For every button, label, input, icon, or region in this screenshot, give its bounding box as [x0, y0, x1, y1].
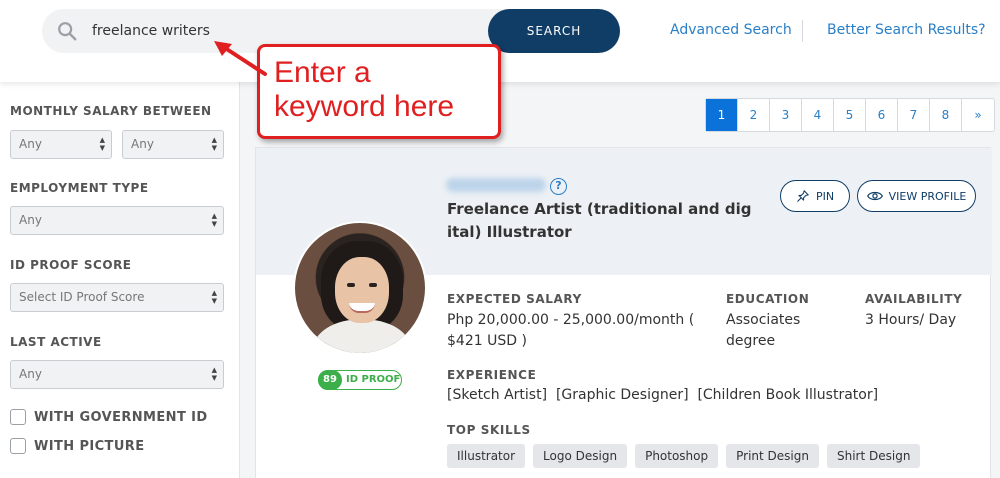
- picture-label: WITH PICTURE: [34, 438, 145, 454]
- page-1-button[interactable]: 1: [706, 99, 738, 131]
- idproof-filter-label: ID PROOF SCORE: [10, 258, 132, 272]
- salary-filter-label: MONTHLY SALARY BETWEEN: [10, 104, 212, 118]
- select-arrows-icon: ▲ ▼: [99, 136, 105, 152]
- gov-id-checkbox[interactable]: [10, 409, 26, 425]
- availability-label: AVAILABILITY: [865, 292, 963, 306]
- salary-max-select[interactable]: Any ▲ ▼: [122, 130, 224, 159]
- employment-type-select[interactable]: Any ▲ ▼: [10, 206, 224, 235]
- experience-value: [Sketch Artist] [Graphic Designer] [Chil…: [447, 387, 879, 403]
- annotation-arrow-icon: [214, 41, 267, 76]
- search-icon: [58, 22, 77, 41]
- picture-filter[interactable]: WITH PICTURE: [10, 438, 144, 454]
- page-3-button[interactable]: 3: [770, 99, 802, 131]
- skill-chip[interactable]: Illustrator: [447, 444, 526, 468]
- select-arrows-icon: ▲ ▼: [211, 136, 217, 152]
- experience-label: EXPERIENCE: [447, 368, 537, 382]
- select-arrows-icon: ▲ ▼: [211, 366, 217, 382]
- avatar-eye: [369, 283, 377, 287]
- skill-chip[interactable]: Shirt Design: [826, 444, 921, 468]
- employment-type-value: Any: [19, 213, 42, 227]
- annotation-text: Enter a keyword here: [274, 56, 455, 123]
- skill-chip[interactable]: Photoshop: [635, 444, 719, 468]
- idproof-score-select[interactable]: Select ID Proof Score ▲ ▼: [10, 283, 224, 312]
- better-search-results-link[interactable]: Better Search Results?: [827, 22, 986, 38]
- salary-min-value: Any: [19, 137, 42, 151]
- expected-salary-label: EXPECTED SALARY: [447, 292, 582, 306]
- pin-icon: [797, 190, 809, 202]
- last-active-select[interactable]: Any ▲ ▼: [10, 360, 224, 389]
- skills-list: Illustrator Logo Design Photoshop Print …: [447, 444, 928, 468]
- page-2-button[interactable]: 2: [738, 99, 770, 131]
- next-page-button[interactable]: »: [962, 99, 994, 131]
- eye-icon: [866, 191, 883, 201]
- idproof-badge: 89 ID PROOF: [318, 370, 402, 390]
- employment-filter-label: EMPLOYMENT TYPE: [10, 181, 149, 195]
- result-card: ? Freelance Artist (traditional and digi…: [255, 147, 992, 478]
- picture-checkbox[interactable]: [10, 438, 26, 454]
- education-value: Associates degree: [726, 312, 801, 349]
- pin-button[interactable]: PIN: [780, 180, 850, 212]
- pin-label: PIN: [815, 189, 835, 203]
- select-arrows-icon: ▲ ▼: [211, 289, 217, 305]
- availability-value: 3 Hours/ Day: [865, 312, 957, 328]
- avatar-shirt: [313, 319, 411, 353]
- avatar-face: [335, 257, 389, 323]
- view-profile-button[interactable]: VIEW PROFILE: [857, 180, 976, 212]
- idproof-score-value: Select ID Proof Score: [19, 290, 145, 304]
- last-active-filter-label: LAST ACTIVE: [10, 335, 102, 349]
- page-4-button[interactable]: 4: [802, 99, 834, 131]
- divider: [802, 20, 803, 42]
- salary-min-select[interactable]: Any ▲ ▼: [10, 130, 112, 159]
- view-profile-label: VIEW PROFILE: [888, 189, 967, 203]
- page-6-button[interactable]: 6: [866, 99, 898, 131]
- page-7-button[interactable]: 7: [898, 99, 930, 131]
- last-active-value: Any: [19, 367, 42, 381]
- pagination: 1 2 3 4 5 6 7 8 »: [705, 98, 995, 132]
- gov-id-label: WITH GOVERNMENT ID: [34, 409, 208, 425]
- idproof-label: ID PROOF: [346, 374, 401, 385]
- skill-chip[interactable]: Logo Design: [533, 444, 628, 468]
- filter-sidebar: MONTHLY SALARY BETWEEN Any ▲ ▼ Any ▲ ▼ EMP…: [0, 82, 240, 478]
- select-arrows-icon: ▲ ▼: [211, 212, 217, 228]
- question-icon[interactable]: ?: [550, 178, 567, 195]
- gov-id-filter[interactable]: WITH GOVERNMENT ID: [10, 409, 208, 425]
- search-button[interactable]: SEARCH: [488, 9, 620, 53]
- idproof-score: 89: [318, 370, 342, 390]
- salary-max-value: Any: [131, 137, 154, 151]
- advanced-search-link[interactable]: Advanced Search: [670, 22, 792, 38]
- page-5-button[interactable]: 5: [834, 99, 866, 131]
- expected-salary-value: Php 20,000.00 - 25,000.00/month ( $421 U…: [447, 312, 695, 349]
- skill-chip[interactable]: Print Design: [726, 444, 819, 468]
- result-title[interactable]: Freelance Artist (traditional and digita…: [447, 198, 752, 244]
- education-label: EDUCATION: [726, 292, 810, 306]
- annotation-callout: Enter a keyword here: [257, 44, 501, 139]
- candidate-avatar[interactable]: [293, 221, 427, 355]
- blurred-candidate-name: [446, 178, 546, 192]
- top-skills-label: TOP SKILLS: [447, 423, 531, 437]
- avatar-eye: [347, 283, 355, 287]
- page-8-button[interactable]: 8: [930, 99, 962, 131]
